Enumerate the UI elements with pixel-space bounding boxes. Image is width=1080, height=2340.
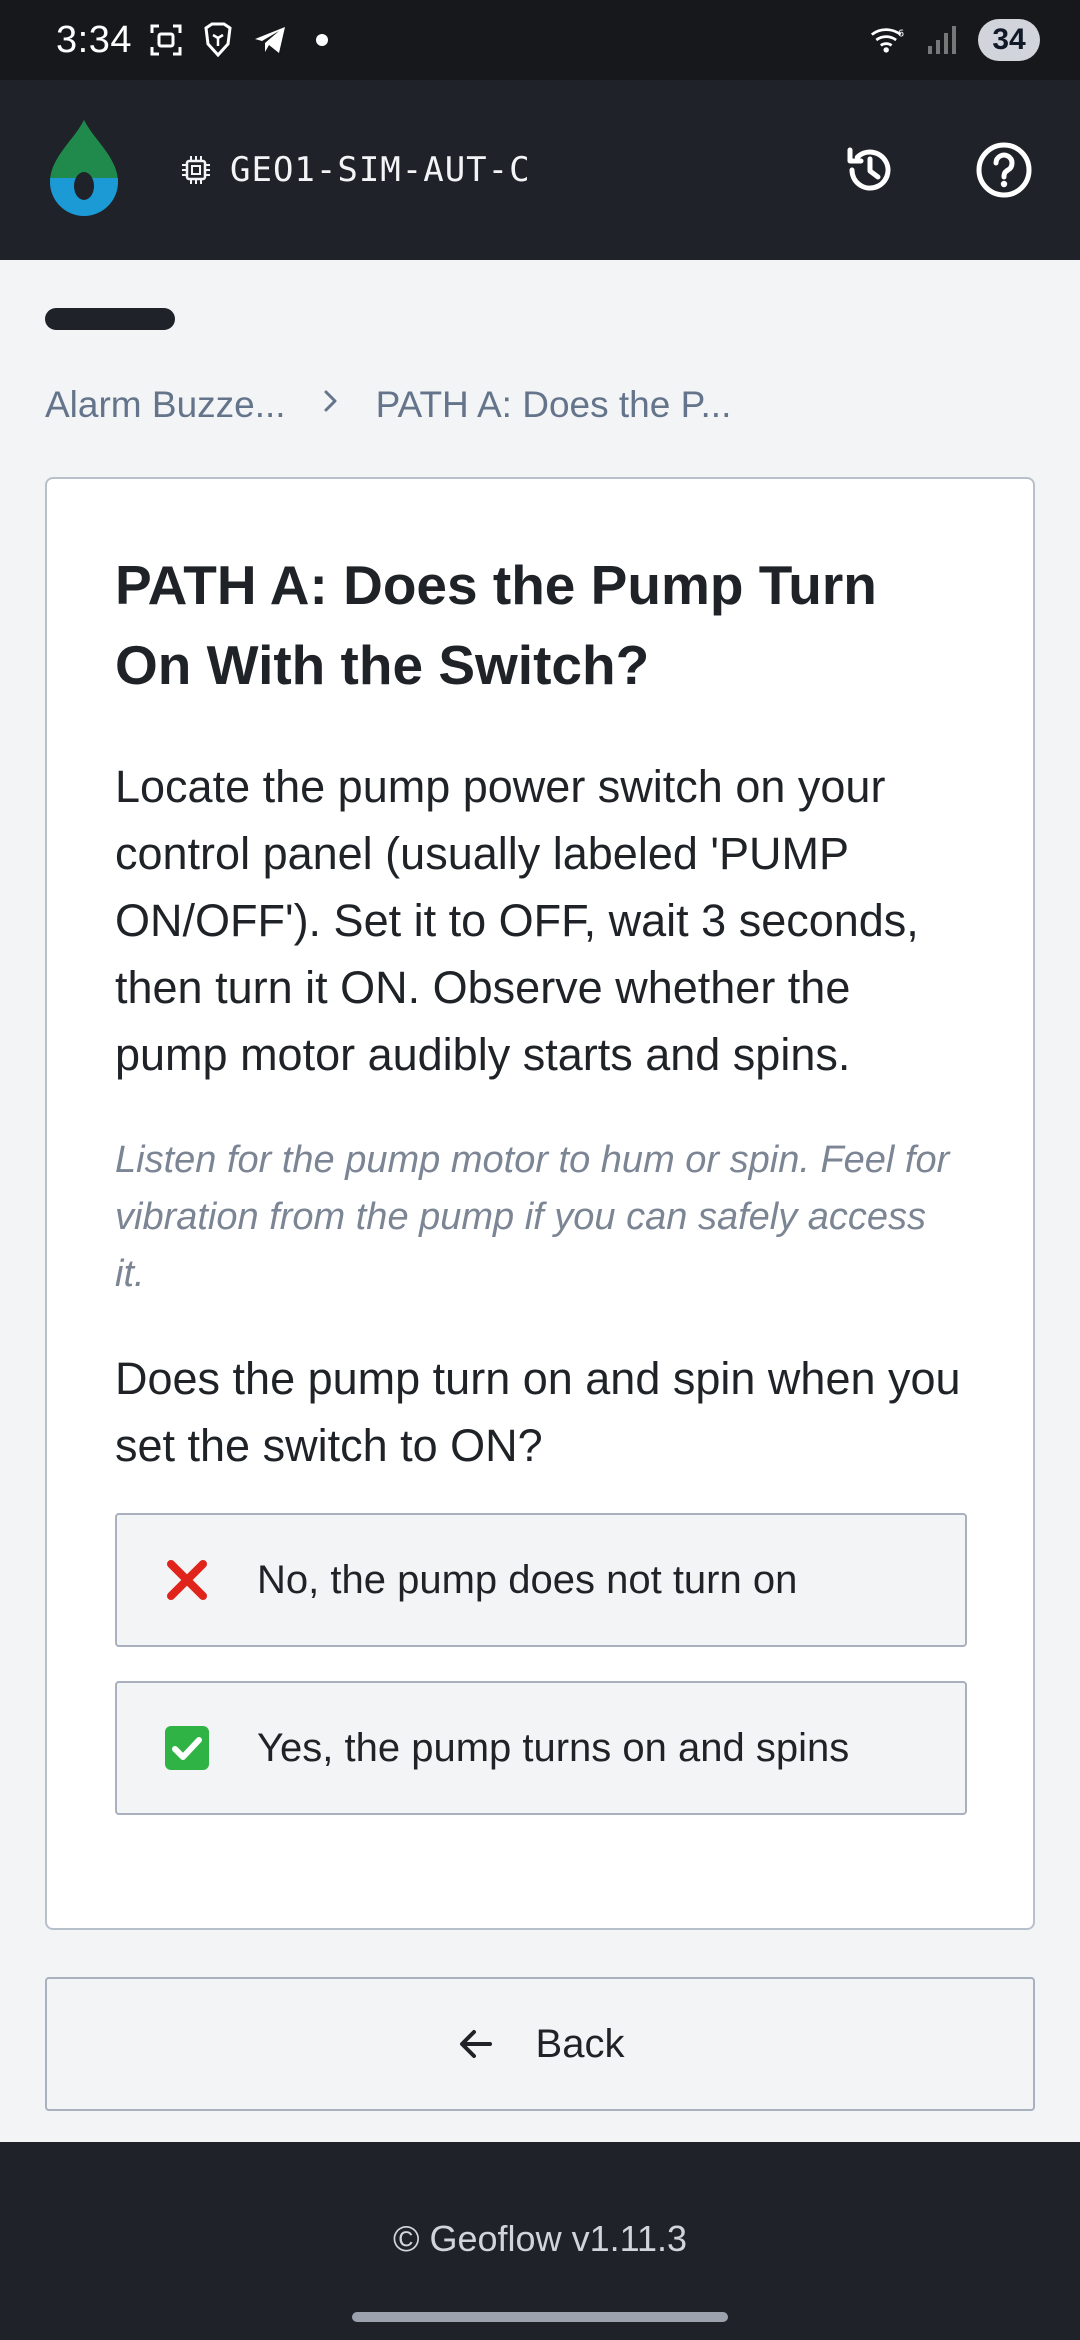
progress-indicator (45, 308, 175, 330)
footer: © Geoflow v1.11.3 (0, 2142, 1080, 2340)
step-title: PATH A: Does the Pump Turn On With the S… (115, 554, 877, 696)
status-left: 3:34 (56, 19, 340, 62)
back-button[interactable]: Back (45, 1977, 1035, 2111)
chip-icon (182, 156, 210, 184)
breadcrumb-item-alarm-buzzer[interactable]: Alarm Buzze... (45, 384, 286, 426)
app-header: GEO1-SIM-AUT-C (0, 80, 1080, 260)
breadcrumb-item-path-a[interactable]: PATH A: Does the P... (376, 384, 732, 426)
help-button[interactable] (972, 138, 1036, 202)
battery-indicator: 34 (978, 19, 1040, 61)
arrow-left-icon (459, 2030, 492, 2058)
history-button[interactable] (838, 138, 902, 202)
cross-mark-icon (161, 1554, 213, 1606)
home-indicator[interactable] (352, 2312, 728, 2322)
answer-no-button[interactable]: No, the pump does not turn on (115, 1513, 967, 1647)
screenshot-icon (148, 22, 184, 58)
breadcrumb: Alarm Buzze... PATH A: Does the P... (45, 370, 731, 440)
answer-no-label: No, the pump does not turn on (257, 1557, 798, 1602)
status-bar: 3:34 6 34 (0, 0, 1080, 80)
status-time: 3:34 (56, 18, 132, 61)
wifi-icon: 6 (870, 22, 906, 58)
step-card: PATH A: Does the Pump Turn On With the S… (45, 477, 1035, 1930)
step-instructions: Locate the pump power switch on your con… (115, 761, 919, 1080)
svg-text:6: 6 (898, 28, 904, 39)
device-id: GEO1-SIM-AUT-C (230, 150, 531, 190)
dot-icon (304, 22, 340, 58)
status-right: 6 34 (870, 19, 1040, 61)
step-question: Does the pump turn on and spin when you … (115, 1353, 961, 1471)
chevron-right-icon (320, 386, 342, 425)
check-mark-icon (161, 1722, 213, 1774)
back-button-label: Back (535, 2021, 625, 2066)
history-icon (847, 147, 891, 191)
header-actions (838, 138, 1036, 202)
device-chip: GEO1-SIM-AUT-C (180, 150, 531, 190)
telegram-icon (252, 22, 288, 58)
answer-yes-button[interactable]: Yes, the pump turns on and spins (115, 1681, 967, 1815)
geoflow-logo[interactable] (44, 118, 124, 222)
step-hint: Listen for the pump motor to hum or spin… (115, 1139, 950, 1295)
signal-icon (924, 22, 960, 58)
brave-icon (200, 22, 236, 58)
answer-yes-label: Yes, the pump turns on and spins (257, 1725, 850, 1770)
help-icon (976, 142, 1032, 198)
